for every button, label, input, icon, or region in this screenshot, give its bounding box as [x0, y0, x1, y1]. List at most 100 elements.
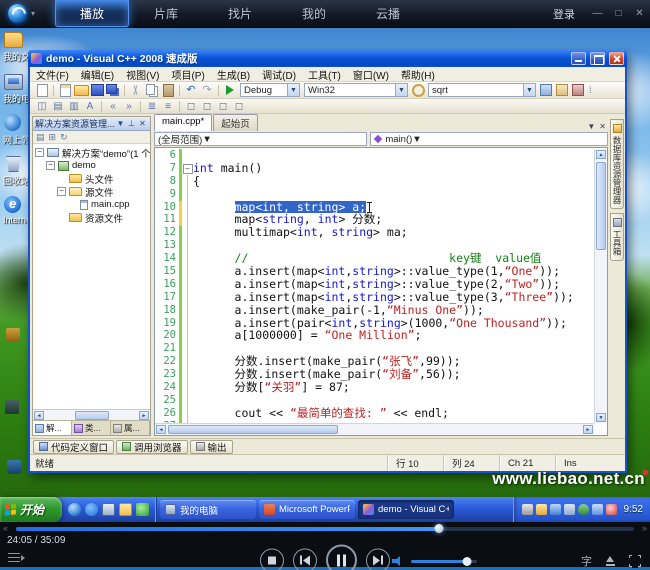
open-file-icon[interactable] [73, 83, 89, 97]
desktop-shortcut-icon[interactable] [6, 328, 20, 342]
start-button[interactable]: 开始 [0, 497, 62, 522]
video-area[interactable]: 我的文档我的电脑网上邻居回收站Internet Explorer demo - … [0, 28, 650, 522]
player-menu-button[interactable]: ▾ [8, 4, 35, 23]
seek-forward-icon[interactable]: » [642, 523, 647, 533]
properties-window-icon[interactable] [554, 83, 570, 97]
tree-expander-icon[interactable]: − [46, 161, 55, 170]
stop-button[interactable] [260, 548, 284, 570]
save-all-icon[interactable] [105, 83, 121, 97]
toggle-bookmark-icon[interactable]: ◻ [183, 100, 199, 113]
player-tab-cloud[interactable]: 云播 [351, 0, 425, 27]
scroll-right-button[interactable]: ► [583, 425, 593, 434]
solution-configuration-dropdown[interactable]: Debug▼ [240, 83, 300, 97]
document-tab-start-page[interactable]: 起始页 [213, 114, 258, 131]
next-button[interactable] [366, 548, 390, 570]
pin-icon[interactable]: ⊥ [126, 119, 137, 128]
chevron-down-icon[interactable]: ▼ [115, 119, 126, 128]
player-tab-find[interactable]: 找片 [203, 0, 277, 27]
bottom-tab-code-definition-window[interactable]: 代码定义窗口 [33, 440, 114, 454]
seek-bar[interactable] [16, 527, 634, 531]
tree-item-main-cpp[interactable]: main.cpp [33, 198, 150, 211]
network-tray-icon[interactable] [592, 504, 603, 515]
toolbar-overflow-button[interactable]: ⁞ [589, 85, 591, 95]
pause-button[interactable] [326, 545, 357, 570]
minimize-button[interactable]: — [589, 8, 606, 19]
desktop-shortcut-icon[interactable] [7, 460, 21, 474]
editor-hscrollbar[interactable]: ◄ ► [155, 423, 594, 435]
save-icon[interactable] [89, 83, 105, 97]
cut-icon[interactable] [128, 83, 144, 97]
scroll-left-button[interactable]: ◄ [34, 411, 44, 420]
solution-platform-dropdown[interactable]: Win32▼ [304, 83, 408, 97]
scope-dropdown[interactable]: (全局范围)▼ [154, 132, 367, 146]
antivirus-tray-icon[interactable] [606, 504, 617, 515]
close-icon[interactable]: ✕ [137, 119, 148, 128]
scroll-down-button[interactable]: ▼ [596, 413, 606, 422]
tree-item-resource-files[interactable]: 资源文件 [33, 211, 150, 224]
find-combo-box[interactable]: sqrt▼ [428, 83, 536, 97]
vs-minimize-button[interactable] [571, 52, 586, 65]
subtitle-button[interactable]: 字 [581, 553, 592, 569]
panel-tab-class-view[interactable]: 类... [72, 421, 111, 435]
properties-icon[interactable]: ▤ [36, 132, 45, 142]
menu-help[interactable]: 帮助(H) [401, 67, 435, 82]
volume-slider[interactable] [411, 560, 477, 563]
playlist-icon[interactable] [8, 553, 20, 562]
media-player-quicklaunch-icon[interactable] [68, 503, 81, 516]
menu-project[interactable]: 项目(P) [171, 67, 204, 82]
folder-quicklaunch-icon[interactable] [119, 503, 132, 516]
tree-item-source-files[interactable]: −源文件 [33, 185, 150, 198]
menu-window[interactable]: 窗口(W) [353, 67, 389, 82]
pen-input-tray-icon[interactable] [536, 504, 547, 515]
vs-title-bar[interactable]: demo - Visual C++ 2008 速成版 [28, 50, 627, 67]
undo-icon[interactable] [183, 83, 199, 97]
uncomment-selection-icon[interactable]: ≡ [160, 100, 176, 113]
display-tray-icon[interactable] [550, 504, 561, 515]
scrollbar-thumb[interactable] [168, 425, 338, 434]
panel-tab-property[interactable]: 属... [111, 421, 150, 435]
scroll-right-button[interactable]: ► [139, 411, 149, 420]
previous-button[interactable] [293, 548, 317, 570]
close-document-icon[interactable]: ✕ [599, 122, 606, 131]
seek-thumb[interactable] [435, 524, 444, 533]
autohide-tab-toolbox[interactable]: 工具箱 [610, 213, 624, 261]
autohide-tab-database-explorer[interactable]: 数据库资源管理器 [610, 119, 624, 209]
refresh-icon[interactable]: ↻ [60, 132, 68, 142]
show-all-files-icon[interactable]: ⊞ [49, 132, 57, 142]
paste-icon[interactable] [160, 83, 176, 97]
fullscreen-icon[interactable] [629, 555, 641, 567]
tree-item-solution[interactable]: −解决方案“demo”(1 个项目 [33, 146, 150, 159]
scroll-left-button[interactable]: ◄ [156, 425, 166, 434]
tree-expander-icon[interactable]: − [57, 187, 66, 196]
member-dropdown[interactable]: main()▼ [370, 132, 608, 146]
word-completion-icon[interactable]: A [82, 100, 98, 113]
new-file-icon[interactable] [34, 83, 50, 97]
taskbar-button-powerpoint[interactable]: Microsoft PowerP... [259, 500, 355, 519]
volume-tray-icon[interactable] [564, 504, 575, 515]
desktop-shortcut-icon[interactable] [5, 400, 19, 414]
member-list-icon[interactable]: ◫ [34, 100, 50, 113]
quick-info-icon[interactable]: ▥ [66, 100, 82, 113]
menu-view[interactable]: 视图(V) [126, 67, 159, 82]
code-editor[interactable]: 67−int main()8{910 map<int, string> a;11… [155, 149, 594, 423]
menu-tools[interactable]: 工具(T) [308, 67, 341, 82]
solution-explorer-header[interactable]: 解决方案资源管理... ▼ ⊥ ✕ [33, 117, 150, 131]
scroll-up-button[interactable]: ▲ [596, 150, 606, 159]
menu-file[interactable]: 文件(F) [36, 67, 69, 82]
active-files-dropdown-icon[interactable]: ▼ [587, 122, 595, 131]
add-item-icon[interactable] [57, 83, 73, 97]
internet-explorer-quicklaunch-icon[interactable] [85, 503, 98, 516]
volume-icon[interactable] [392, 556, 404, 566]
taskbar-clock[interactable]: 9:52 [624, 504, 643, 515]
increase-indent-icon[interactable]: » [121, 100, 137, 113]
taskbar-button-my-computer[interactable]: 我的电脑 [160, 500, 256, 519]
toolbox-window-icon[interactable] [570, 83, 586, 97]
comment-selection-icon[interactable]: ≣ [144, 100, 160, 113]
vs-maximize-button[interactable] [590, 52, 605, 65]
document-tab-main-cpp[interactable]: main.cpp* [154, 114, 212, 131]
clear-bookmarks-icon[interactable]: ◻ [231, 100, 247, 113]
copy-icon[interactable] [144, 83, 160, 97]
menu-edit[interactable]: 编辑(E) [81, 67, 114, 82]
player-tab-mine[interactable]: 我的 [277, 0, 351, 27]
bottom-tab-output[interactable]: 输出 [190, 440, 233, 454]
